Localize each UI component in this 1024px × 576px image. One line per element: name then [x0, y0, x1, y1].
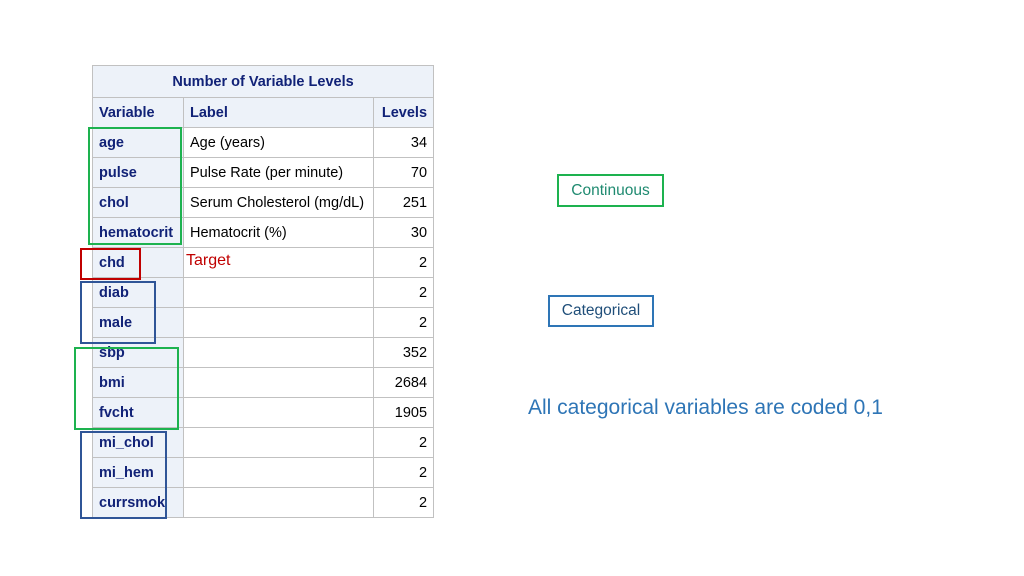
label-cell: [183, 307, 374, 338]
table-row: age Age (years) 34: [92, 127, 435, 158]
table-row: mi_chol 2: [92, 427, 435, 458]
table-row: diab 2: [92, 277, 435, 308]
categorical-legend: Categorical: [548, 295, 654, 327]
label-cell: [183, 457, 374, 488]
levels-cell: 352: [372, 337, 435, 368]
variable-cell: mi_chol: [92, 427, 184, 458]
variable-cell: bmi: [92, 367, 184, 398]
coding-note: All categorical variables are coded 0,1: [528, 396, 883, 419]
label-cell: [183, 277, 374, 308]
table-row: hematocrit Hematocrit (%) 30: [92, 217, 435, 248]
levels-cell: 2684: [372, 367, 435, 398]
column-header-label: Label: [183, 97, 374, 128]
table-row: chd 2: [92, 247, 435, 278]
levels-cell: 30: [372, 217, 435, 248]
variable-cell: currsmok: [92, 487, 184, 518]
variable-cell: age: [92, 127, 184, 158]
label-cell: Pulse Rate (per minute): [183, 157, 374, 188]
target-label: Target: [186, 252, 231, 269]
label-cell: [183, 487, 374, 518]
label-cell: [183, 337, 374, 368]
variable-cell: pulse: [92, 157, 184, 188]
levels-cell: 1905: [372, 397, 435, 428]
variable-cell: sbp: [92, 337, 184, 368]
levels-cell: 34: [372, 127, 435, 158]
variable-cell: chol: [92, 187, 184, 218]
label-cell: [183, 427, 374, 458]
table-row: fvcht 1905: [92, 397, 435, 428]
table-row: bmi 2684: [92, 367, 435, 398]
levels-cell: 251: [372, 187, 435, 218]
levels-cell: 70: [372, 157, 435, 188]
variable-cell: chd: [92, 247, 184, 278]
variable-cell: fvcht: [92, 397, 184, 428]
label-cell: [183, 397, 374, 428]
levels-cell: 2: [372, 487, 435, 518]
variable-levels-table: Number of Variable Levels Variable Label…: [91, 65, 435, 518]
levels-cell: 2: [372, 307, 435, 338]
label-cell: Age (years): [183, 127, 374, 158]
levels-cell: 2: [372, 427, 435, 458]
table-row: chol Serum Cholesterol (mg/dL) 251: [92, 187, 435, 218]
label-cell: [183, 367, 374, 398]
variable-cell: male: [92, 307, 184, 338]
table-row: mi_hem 2: [92, 457, 435, 488]
column-header-levels: Levels: [372, 97, 435, 128]
table-row: pulse Pulse Rate (per minute) 70: [92, 157, 435, 188]
levels-cell: 2: [372, 247, 435, 278]
table-row: sbp 352: [92, 337, 435, 368]
levels-cell: 2: [372, 277, 435, 308]
levels-cell: 2: [372, 457, 435, 488]
table-row: currsmok 2: [92, 487, 435, 518]
table-row: male 2: [92, 307, 435, 338]
variable-cell: diab: [92, 277, 184, 308]
label-cell: Hematocrit (%): [183, 217, 374, 248]
variable-cell: hematocrit: [92, 217, 184, 248]
column-header-variable: Variable: [92, 97, 184, 128]
label-cell: Serum Cholesterol (mg/dL): [183, 187, 374, 218]
table-body: age Age (years) 34 pulse Pulse Rate (per min…: [92, 127, 435, 518]
continuous-legend: Continuous: [557, 174, 664, 207]
variable-cell: mi_hem: [92, 457, 184, 488]
table-title: Number of Variable Levels: [91, 65, 435, 98]
